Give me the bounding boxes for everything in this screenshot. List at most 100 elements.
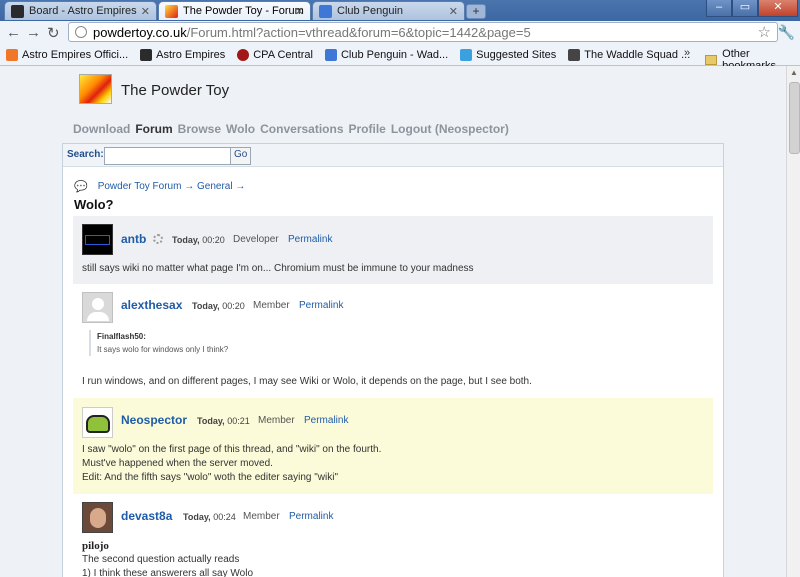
club-penguin-favicon-icon <box>319 4 332 18</box>
forum-content: Search: Go 💬 Powder Toy Forum → General … <box>62 143 724 577</box>
page-scrollbar[interactable]: ▲ <box>786 66 800 577</box>
close-tab-icon[interactable]: ✕ <box>141 5 150 18</box>
nav-browse[interactable]: Browse <box>178 122 221 136</box>
web-page: The Powder Toy Download Forum Browse Wol… <box>0 66 786 577</box>
nav-download[interactable]: Download <box>73 122 130 136</box>
address-bar[interactable]: powdertoy.co.uk/Forum.html?action=vthrea… <box>68 22 778 42</box>
bookmark-item[interactable]: Club Penguin - Wad... <box>324 49 448 61</box>
avatar[interactable] <box>82 224 113 255</box>
forum-post: antb Today, 00:20 Developer Permalink st… <box>73 216 713 285</box>
close-tab-icon[interactable]: ✕ <box>295 5 304 18</box>
bookmarks-bar: Astro Empires Offici... Astro Empires CP… <box>0 45 800 72</box>
avatar-logo-icon <box>85 235 110 245</box>
bookmarks-overflow-chevron-icon[interactable]: » <box>684 47 690 59</box>
avatar[interactable] <box>82 407 113 438</box>
breadcrumb-forum-link[interactable]: Powder Toy Forum <box>98 181 182 192</box>
scrollbar-thumb[interactable] <box>789 82 800 154</box>
nav-forum[interactable]: Forum <box>135 122 172 136</box>
bookmark-item[interactable]: CPA Central <box>237 49 313 61</box>
waddle-squad-icon <box>568 49 581 61</box>
bookmark-item[interactable]: Astro Empires Offici... <box>6 49 128 61</box>
penguin-avatar-icon <box>85 415 110 433</box>
post-username[interactable]: Neospector <box>121 413 187 427</box>
post-body: I run windows, and on different pages, I… <box>82 376 532 387</box>
page-info-icon[interactable] <box>75 26 87 38</box>
permalink-link[interactable]: Permalink <box>299 300 343 311</box>
post-time: Today, 00:20 <box>172 235 225 245</box>
wrench-menu-icon[interactable]: 🔧 <box>778 24 795 41</box>
folder-icon <box>705 55 718 65</box>
url-host: powdertoy.co.uk <box>93 24 187 40</box>
bookmark-item[interactable]: The Waddle Squad ... <box>568 49 690 61</box>
close-window-icon[interactable]: ✕ <box>758 0 798 17</box>
search-input[interactable] <box>104 147 234 165</box>
astro-empires-icon <box>140 49 153 61</box>
tab-title: The Powder Toy - Forum <box>183 5 304 17</box>
post-body: pilojo The second question actually read… <box>82 540 254 577</box>
search-label: Search: <box>67 149 104 160</box>
scroll-up-arrow-icon[interactable]: ▲ <box>790 68 798 77</box>
blogger-icon <box>6 49 18 61</box>
tab-powder-toy-forum[interactable]: The Powder Toy - Forum ✕ <box>158 1 311 20</box>
powder-toy-logo[interactable] <box>79 74 112 104</box>
post-time: Today, 00:24 <box>183 512 236 522</box>
post-rank: Member <box>258 415 295 426</box>
minimize-icon[interactable]: – <box>706 0 732 17</box>
post-rank: Developer <box>233 234 279 245</box>
site-title[interactable]: The Powder Toy <box>121 82 229 99</box>
forum-post: Neospector Today, 00:21 Member Permalink… <box>73 398 713 495</box>
cpa-central-icon <box>237 49 250 61</box>
club-penguin-icon <box>324 49 337 61</box>
default-avatar-icon[interactable] <box>82 292 113 323</box>
bookmark-item[interactable]: Suggested Sites <box>460 49 556 61</box>
quote-block: Finalflash50: It says wolo for windows o… <box>89 330 228 356</box>
ie-suggested-sites-icon <box>460 49 473 61</box>
astro-empires-favicon-icon <box>11 4 24 18</box>
post-time: Today, 00:21 <box>197 416 250 426</box>
permalink-link[interactable]: Permalink <box>288 234 332 245</box>
main-nav: Download Forum Browse Wolo Conversations… <box>73 122 514 136</box>
new-tab-button[interactable]: + <box>466 4 486 19</box>
bookmark-star-icon[interactable]: ☆ <box>758 23 771 41</box>
post-body: I saw "wolo" on the first page of this t… <box>82 444 382 483</box>
quote-text: It says wolo for windows only I think? <box>97 345 229 354</box>
tab-title: Board - Astro Empires <box>29 5 137 17</box>
maximize-icon[interactable]: ▭ <box>732 0 758 17</box>
search-bar: Search: Go <box>63 144 723 167</box>
thread-title: Wolo? <box>74 197 114 212</box>
post-body: still says wiki no matter what page I'm … <box>82 263 474 274</box>
forum-post: alexthesax Today, 00:20 Member Permalink… <box>73 284 713 399</box>
quote-author: Finalflash50: <box>97 332 146 341</box>
forward-arrow-icon[interactable]: → <box>26 24 41 41</box>
post-rank: Member <box>253 300 290 311</box>
speech-bubbles-icon: 💬 <box>74 181 88 193</box>
permalink-link[interactable]: Permalink <box>304 415 348 426</box>
breadcrumb: 💬 Powder Toy Forum → General → <box>74 181 246 193</box>
go-button[interactable]: Go <box>230 147 252 165</box>
post-username[interactable]: devast8a <box>121 509 172 523</box>
breadcrumb-general-link[interactable]: General <box>197 181 233 192</box>
post-username[interactable]: antb <box>121 232 146 246</box>
tab-astro-empires[interactable]: Board - Astro Empires ✕ <box>4 1 157 20</box>
post-rank: Member <box>243 511 280 522</box>
reload-icon[interactable]: ↻ <box>47 24 60 42</box>
forum-post: devast8a Today, 00:24 Member Permalink p… <box>73 494 713 577</box>
powder-toy-favicon-icon <box>165 4 178 18</box>
nav-wolo[interactable]: Wolo <box>226 122 255 136</box>
window-controls: – ▭ ✕ <box>706 0 798 17</box>
tab-club-penguin[interactable]: Club Penguin ✕ <box>312 1 465 20</box>
face-photo-icon <box>89 508 106 528</box>
nav-conversations[interactable]: Conversations <box>260 122 343 136</box>
tab-title: Club Penguin <box>337 5 404 17</box>
close-tab-icon[interactable]: ✕ <box>449 5 458 18</box>
permalink-link[interactable]: Permalink <box>289 511 333 522</box>
developer-gear-icon <box>153 234 163 244</box>
nav-logout[interactable]: Logout (Neospector) <box>391 122 509 136</box>
tab-strip: Board - Astro Empires ✕ The Powder Toy -… <box>0 0 800 21</box>
bookmark-item[interactable]: Astro Empires <box>140 49 225 61</box>
post-time: Today, 00:20 <box>192 301 245 311</box>
post-username[interactable]: alexthesax <box>121 298 182 312</box>
back-arrow-icon[interactable]: ← <box>6 24 21 41</box>
nav-profile[interactable]: Profile <box>349 122 386 136</box>
avatar[interactable] <box>82 502 113 533</box>
